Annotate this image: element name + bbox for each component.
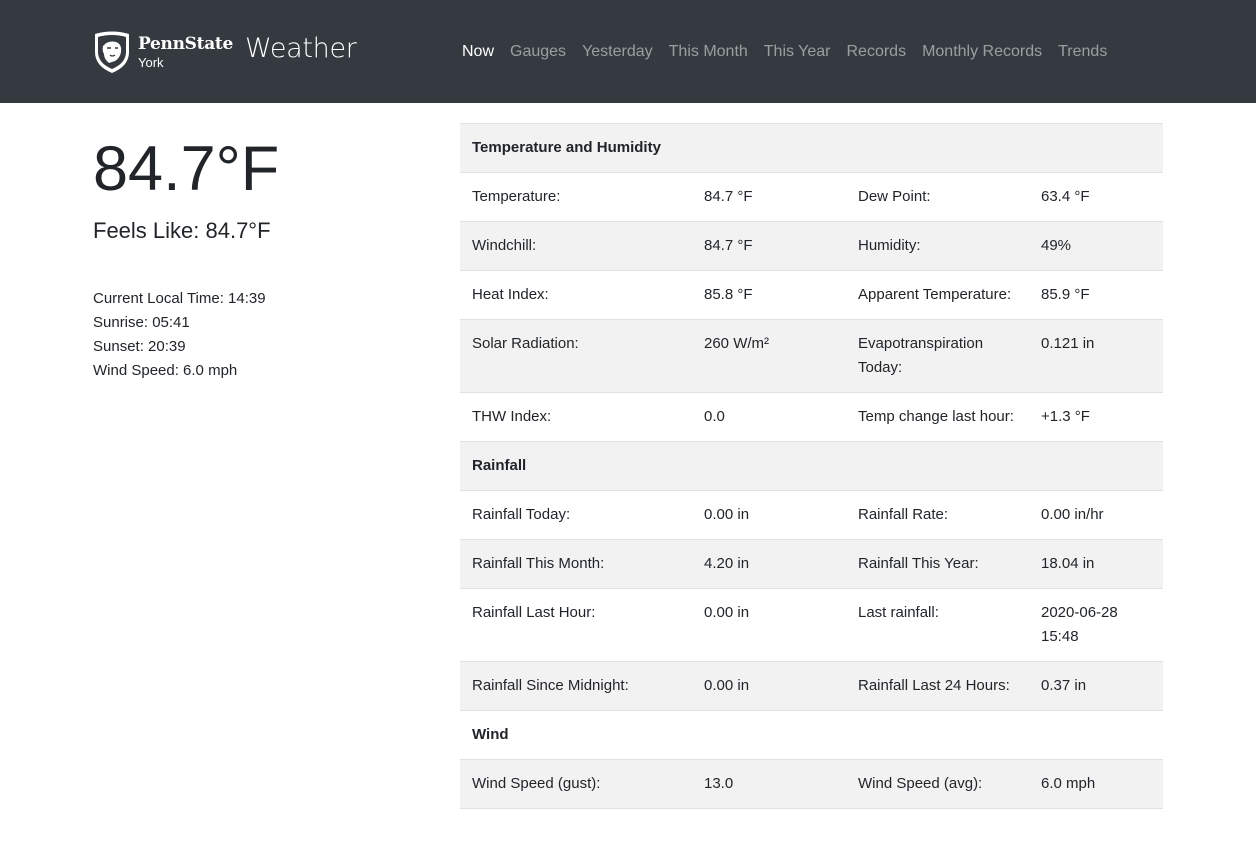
section-header-temperature-humidity: Temperature and Humidity bbox=[460, 123, 1163, 173]
row-label: Rainfall This Month: bbox=[460, 539, 692, 589]
nav-records[interactable]: Records bbox=[839, 40, 915, 64]
row-value: 0.00 in bbox=[692, 661, 846, 711]
row-value: +1.3 °F bbox=[1029, 392, 1163, 442]
row-label: Wind Speed (avg): bbox=[846, 759, 1029, 809]
section-title: Rainfall bbox=[460, 441, 1163, 491]
table-row: Rainfall Today: 0.00 in Rainfall Rate: 0… bbox=[460, 490, 1163, 540]
row-value: 0.37 in bbox=[1029, 661, 1163, 711]
nav-monthly-records[interactable]: Monthly Records bbox=[914, 40, 1050, 64]
row-value: 18.04 in bbox=[1029, 539, 1163, 589]
table-row: Wind Speed (gust): 13.0 Wind Speed (avg)… bbox=[460, 759, 1163, 809]
row-value: 0.00 in bbox=[692, 490, 846, 540]
table-row: Rainfall This Month: 4.20 in Rainfall Th… bbox=[460, 539, 1163, 589]
table-row: Rainfall Last Hour: 0.00 in Last rainfal… bbox=[460, 588, 1163, 662]
current-wind-speed: Wind Speed: 6.0 mph bbox=[93, 362, 238, 379]
row-label: Evapotranspiration Today: bbox=[846, 319, 1029, 393]
row-label: Rainfall Last 24 Hours: bbox=[846, 661, 1029, 711]
table-row: Heat Index: 85.8 °F Apparent Temperature… bbox=[460, 270, 1163, 320]
current-temperature: 84.7°F bbox=[93, 134, 280, 204]
table-row: Rainfall Since Midnight: 0.00 in Rainfal… bbox=[460, 661, 1163, 711]
nav-now[interactable]: Now bbox=[454, 40, 502, 64]
row-label: Heat Index: bbox=[460, 270, 692, 320]
row-label: Wind Speed (gust): bbox=[460, 759, 692, 809]
row-value: 0.00 in bbox=[692, 588, 846, 662]
current-conditions-panel: 84.7°F Feels Like: 84.7°F Current Local … bbox=[93, 133, 279, 383]
row-value: 260 W/m² bbox=[692, 319, 846, 393]
row-value: 13.0 bbox=[692, 759, 846, 809]
row-value: 49% bbox=[1029, 221, 1163, 271]
section-header-wind: Wind bbox=[460, 710, 1163, 760]
row-value: 6.0 mph bbox=[1029, 759, 1163, 809]
row-value: 0.00 in/hr bbox=[1029, 490, 1163, 540]
row-label: Temp change last hour: bbox=[846, 392, 1029, 442]
brand-name: PennState bbox=[138, 33, 233, 54]
row-value: 2020-06-28 15:48 bbox=[1029, 588, 1163, 662]
weather-data-table: Temperature and Humidity Temperature: 84… bbox=[460, 123, 1163, 809]
row-label: Rainfall This Year: bbox=[846, 539, 1029, 589]
table-row: Solar Radiation: 260 W/m² Evapotranspira… bbox=[460, 319, 1163, 393]
current-info-list: Current Local Time: 14:39 Sunrise: 05:41… bbox=[93, 287, 279, 383]
section-title: Wind bbox=[460, 710, 1163, 760]
main-nav: Now Gauges Yesterday This Month This Yea… bbox=[454, 40, 1115, 64]
row-label: Solar Radiation: bbox=[460, 319, 692, 393]
site-title[interactable]: Weather bbox=[245, 33, 357, 64]
feels-like: Feels Like: 84.7°F bbox=[93, 218, 271, 243]
nittany-lion-shield-icon bbox=[95, 31, 129, 73]
sunset-time: Sunset: 20:39 bbox=[93, 338, 186, 355]
nav-gauges[interactable]: Gauges bbox=[502, 40, 574, 64]
section-title: Temperature and Humidity bbox=[460, 123, 1163, 173]
row-value: 84.7 °F bbox=[692, 172, 846, 222]
row-value: 85.8 °F bbox=[692, 270, 846, 320]
nav-this-year[interactable]: This Year bbox=[756, 40, 839, 64]
row-value: 0.0 bbox=[692, 392, 846, 442]
section-header-rainfall: Rainfall bbox=[460, 441, 1163, 491]
row-value: 85.9 °F bbox=[1029, 270, 1163, 320]
row-value: 84.7 °F bbox=[692, 221, 846, 271]
current-local-time: Current Local Time: 14:39 bbox=[93, 290, 266, 307]
nav-trends[interactable]: Trends bbox=[1050, 40, 1115, 64]
row-label: Rainfall Last Hour: bbox=[460, 588, 692, 662]
nav-this-month[interactable]: This Month bbox=[661, 40, 756, 64]
table-row: Temperature: 84.7 °F Dew Point: 63.4 °F bbox=[460, 172, 1163, 222]
row-label: THW Index: bbox=[460, 392, 692, 442]
row-value: 63.4 °F bbox=[1029, 172, 1163, 222]
row-label: Dew Point: bbox=[846, 172, 1029, 222]
row-label: Rainfall Today: bbox=[460, 490, 692, 540]
row-value: 0.121 in bbox=[1029, 319, 1163, 393]
row-label: Humidity: bbox=[846, 221, 1029, 271]
brand-logo-link[interactable]: PennState York bbox=[92, 30, 233, 74]
row-label: Temperature: bbox=[460, 172, 692, 222]
table-row: Windchill: 84.7 °F Humidity: 49% bbox=[460, 221, 1163, 271]
brand-campus: York bbox=[138, 54, 164, 70]
row-label: Rainfall Rate: bbox=[846, 490, 1029, 540]
row-label: Last rainfall: bbox=[846, 588, 1029, 662]
row-label: Windchill: bbox=[460, 221, 692, 271]
sunrise-time: Sunrise: 05:41 bbox=[93, 314, 190, 331]
row-label: Apparent Temperature: bbox=[846, 270, 1029, 320]
nav-yesterday[interactable]: Yesterday bbox=[574, 40, 661, 64]
navbar: PennState York Weather Now Gauges Yester… bbox=[0, 0, 1256, 103]
row-label: Rainfall Since Midnight: bbox=[460, 661, 692, 711]
row-value: 4.20 in bbox=[692, 539, 846, 589]
table-row: THW Index: 0.0 Temp change last hour: +1… bbox=[460, 392, 1163, 442]
